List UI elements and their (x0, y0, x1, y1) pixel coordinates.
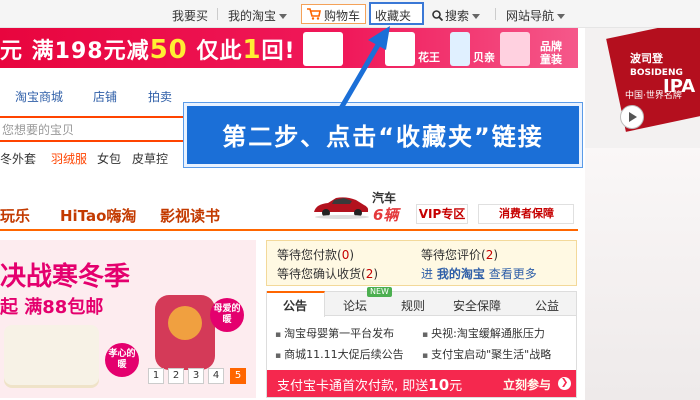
search-icon (432, 10, 444, 22)
notice-tabbar: 公告 论坛 NEW 规则 安全保障 公益 (267, 287, 576, 317)
cart-icon (307, 8, 321, 20)
tab-shops[interactable]: 店铺 (93, 88, 117, 105)
search-placeholder: 您想要的宝贝 (2, 123, 75, 137)
pending-payment[interactable]: 等待您付款(0) (277, 246, 354, 263)
car-icon (314, 197, 369, 219)
pager-button-active[interactable]: 5 (230, 368, 246, 384)
vip-zone-button[interactable]: VIP专区 (416, 204, 468, 224)
pager-button[interactable]: 1 (148, 368, 164, 384)
pointer-arrow-icon (337, 26, 390, 113)
my-taobao-link[interactable]: 我的淘宝 (437, 267, 485, 281)
right-ad[interactable]: 波司登 BOSIDENG 中国·世界名牌 IPA (585, 28, 700, 400)
product-label: 贝亲 (473, 51, 495, 64)
tab-tmall[interactable]: 淘宝商城 (15, 88, 63, 105)
new-badge: NEW (367, 287, 392, 297)
category-play[interactable]: 玩乐 (0, 205, 30, 226)
tab-rules[interactable]: 规则 (401, 297, 425, 314)
towel-image (4, 325, 99, 385)
product-thumb[interactable] (450, 32, 470, 66)
pending-review[interactable]: 等待您评价(2) (421, 246, 498, 263)
alipay-text: 支付宝卡通首次付款, 即送10元 (277, 376, 463, 394)
badge-mother: 母爱的暖 (210, 298, 244, 332)
product-thumb[interactable] (500, 32, 530, 66)
section-divider (0, 229, 578, 231)
news-item[interactable]: 支付宝启动"聚生活"战略 (422, 346, 551, 362)
hot-word[interactable]: 女包 (97, 150, 121, 167)
winter-promo[interactable]: 决战寒冬季 起 满88包邮 母爱的暖 孝心的暖 1 2 3 4 5 (0, 240, 256, 398)
category-hitao[interactable]: HiTao嗨淘 (60, 205, 136, 226)
chevron-down-icon (472, 14, 481, 19)
divider (495, 8, 496, 20)
cart-button[interactable]: 购物车 (301, 4, 366, 24)
lion-face-image (168, 306, 202, 340)
see-more-link[interactable]: 查看更多 (489, 267, 537, 281)
top-nav: 我要买 我的淘宝 购物车 收藏夹 搜索 网站导航 (0, 0, 700, 28)
pager-button[interactable]: 3 (188, 368, 204, 384)
alipay-banner[interactable]: 支付宝卡通首次付款, 即送10元 立刻参与 ❯ (267, 370, 576, 397)
product-label: 花王 (418, 51, 440, 64)
notice-panel: 公告 论坛 NEW 规则 安全保障 公益 淘宝母婴第一平台发布 央视:淘宝缓解通… (266, 287, 577, 398)
my-taobao-menu[interactable]: 我的淘宝 (228, 7, 288, 24)
consumer-protection-button[interactable]: 消费者保障 (478, 204, 574, 224)
product-label: 品牌童装 (540, 40, 562, 66)
chevron-down-icon (279, 14, 288, 19)
hot-word[interactable]: 皮草控 (132, 150, 168, 167)
pending-confirm[interactable]: 等待您确认收货(2) (277, 265, 378, 282)
car-count[interactable]: 6辆 (373, 204, 398, 225)
promo-sub: 起 满88包邮 (0, 297, 104, 318)
favorites-link-highlight[interactable]: 收藏夹 (369, 2, 424, 25)
ad-brand: 波司登 (630, 52, 663, 65)
tab-security[interactable]: 安全保障 (453, 297, 501, 314)
ad-ipa: IPA (663, 76, 696, 97)
arrow-right-icon: ❯ (558, 377, 571, 390)
promo-text: 元 满198元减50 仅此1回! (0, 35, 296, 65)
pager-button[interactable]: 4 (208, 368, 224, 384)
tab-notice[interactable]: 公告 (283, 297, 307, 314)
tab-charity[interactable]: 公益 (535, 297, 559, 314)
instruction-text: 第二步、点击“收藏夹”链接 (222, 123, 544, 151)
buy-link[interactable]: 我要买 (172, 7, 208, 24)
hot-word[interactable]: 冬外套 (0, 150, 36, 167)
promo-title: 决战寒冬季 (0, 262, 131, 292)
badge-filial: 孝心的暖 (105, 343, 139, 377)
news-item[interactable]: 商城11.11大促后续公告 (275, 346, 404, 362)
tab-forum[interactable]: 论坛 (343, 297, 367, 314)
news-item[interactable]: 央视:淘宝缓解通胀压力 (422, 325, 545, 341)
news-item[interactable]: 淘宝母婴第一平台发布 (275, 325, 394, 341)
category-media[interactable]: 影视读书 (160, 205, 220, 226)
alipay-cta[interactable]: 立刻参与 (503, 376, 551, 393)
search-menu[interactable]: 搜索 (432, 7, 481, 24)
tab-auction[interactable]: 拍卖 (148, 88, 172, 105)
cart-label: 购物车 (324, 9, 361, 23)
favorites-link[interactable]: 收藏夹 (375, 7, 411, 24)
enter-my-taobao: 进 我的淘宝 查看更多 (421, 267, 537, 281)
divider (217, 8, 218, 20)
pager-button[interactable]: 2 (168, 368, 184, 384)
ad-lower (585, 148, 700, 400)
site-nav-menu[interactable]: 网站导航 (506, 7, 566, 24)
hot-word[interactable]: 羽绒服 (51, 150, 87, 167)
order-summary: 等待您付款(0) 等待您评价(2) 等待您确认收货(2) 进 我的淘宝 查看更多 (266, 240, 577, 286)
play-icon (629, 112, 637, 122)
chevron-down-icon (557, 14, 566, 19)
